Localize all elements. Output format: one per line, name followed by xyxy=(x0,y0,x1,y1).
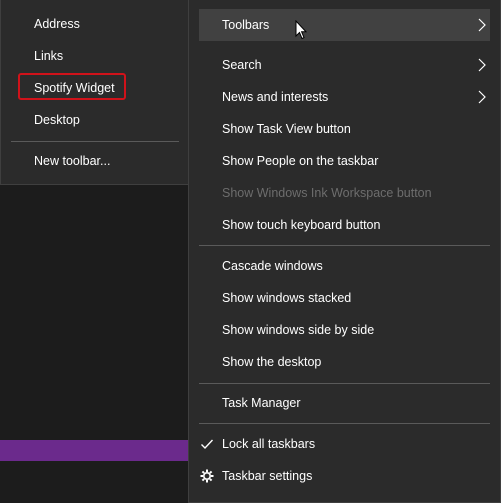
menu-separator xyxy=(199,383,490,384)
menu-item-lock-taskbars[interactable]: Lock all taskbars xyxy=(189,428,500,460)
toolbar-item-address[interactable]: Address xyxy=(1,8,189,40)
new-toolbar-label: New toolbar... xyxy=(34,154,111,168)
menu-separator xyxy=(199,423,490,424)
toolbar-item-label: Address xyxy=(34,17,80,31)
menu-item-label: Toolbars xyxy=(222,18,270,32)
menu-item-show-desktop[interactable]: Show the desktop xyxy=(189,346,500,378)
menu-item-label: Show Windows Ink Workspace button xyxy=(222,186,432,200)
menu-item-taskbar-settings[interactable]: Taskbar settings xyxy=(189,460,500,492)
menu-item-show-task-view[interactable]: Show Task View button xyxy=(189,113,500,145)
taskbar-context-menu: Toolbars Search News and interests Show … xyxy=(188,0,501,503)
menu-separator xyxy=(199,245,490,246)
menu-item-task-manager[interactable]: Task Manager xyxy=(189,387,500,419)
toolbar-item-label: Links xyxy=(34,49,64,63)
new-toolbar-item[interactable]: New toolbar... xyxy=(1,145,189,177)
menu-item-label: Task Manager xyxy=(222,396,301,410)
menu-item-label: Show touch keyboard button xyxy=(222,218,381,232)
mouse-pointer-icon xyxy=(295,20,307,40)
menu-item-cascade-windows[interactable]: Cascade windows xyxy=(189,250,500,282)
menu-item-windows-stacked[interactable]: Show windows stacked xyxy=(189,282,500,314)
keyboard-focus-ring xyxy=(18,73,126,100)
menu-item-search[interactable]: Search xyxy=(189,49,500,81)
toolbar-item-label: Desktop xyxy=(34,113,80,127)
toolbar-item-desktop[interactable]: Desktop xyxy=(1,104,189,136)
menu-item-label: Lock all taskbars xyxy=(222,437,316,451)
checkmark-icon xyxy=(201,439,214,450)
chevron-right-icon xyxy=(478,18,486,32)
menu-item-windows-side-by-side[interactable]: Show windows side by side xyxy=(189,314,500,346)
menu-item-show-people[interactable]: Show People on the taskbar xyxy=(189,145,500,177)
taskbar-accent-band xyxy=(0,440,190,461)
chevron-right-icon xyxy=(478,58,486,72)
menu-item-label: Show People on the taskbar xyxy=(222,154,379,168)
menu-item-label: Show the desktop xyxy=(222,355,322,369)
gear-icon xyxy=(200,469,214,483)
menu-item-windows-ink: Show Windows Ink Workspace button xyxy=(189,177,500,209)
menu-item-label: Show Task View button xyxy=(222,122,351,136)
menu-item-label: News and interests xyxy=(222,90,329,104)
menu-item-touch-keyboard[interactable]: Show touch keyboard button xyxy=(189,209,500,241)
menu-item-label: Show windows side by side xyxy=(222,323,375,337)
chevron-right-icon xyxy=(478,90,486,104)
toolbar-item-links[interactable]: Links xyxy=(1,40,189,72)
menu-item-news-and-interests[interactable]: News and interests xyxy=(189,81,500,113)
menu-item-label: Show windows stacked xyxy=(222,291,352,305)
menu-separator xyxy=(11,141,179,142)
menu-item-toolbars[interactable]: Toolbars xyxy=(199,9,490,41)
menu-item-label: Search xyxy=(222,58,262,72)
menu-item-label: Taskbar settings xyxy=(222,469,313,483)
menu-item-label: Cascade windows xyxy=(222,259,323,273)
